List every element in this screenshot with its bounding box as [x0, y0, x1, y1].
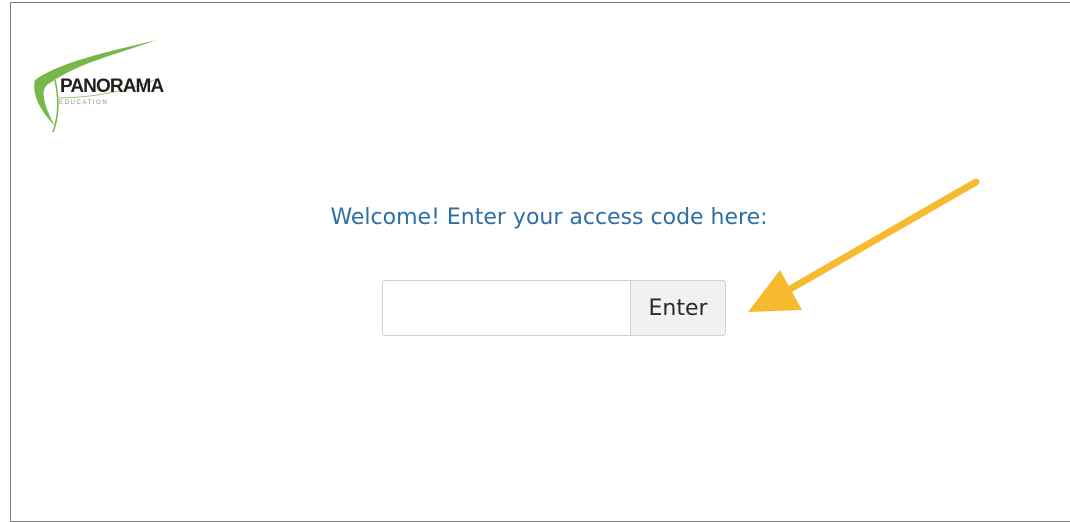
access-code-input[interactable] [382, 280, 630, 336]
access-code-form: Enter [382, 280, 726, 336]
enter-button[interactable]: Enter [630, 280, 726, 336]
logo-wordmark: PANORAMA [60, 76, 164, 97]
arrow-icon [748, 178, 980, 312]
logo-subtitle: EDUCATION [59, 100, 109, 106]
panorama-logo: PANORAMA EDUCATION [33, 40, 193, 135]
